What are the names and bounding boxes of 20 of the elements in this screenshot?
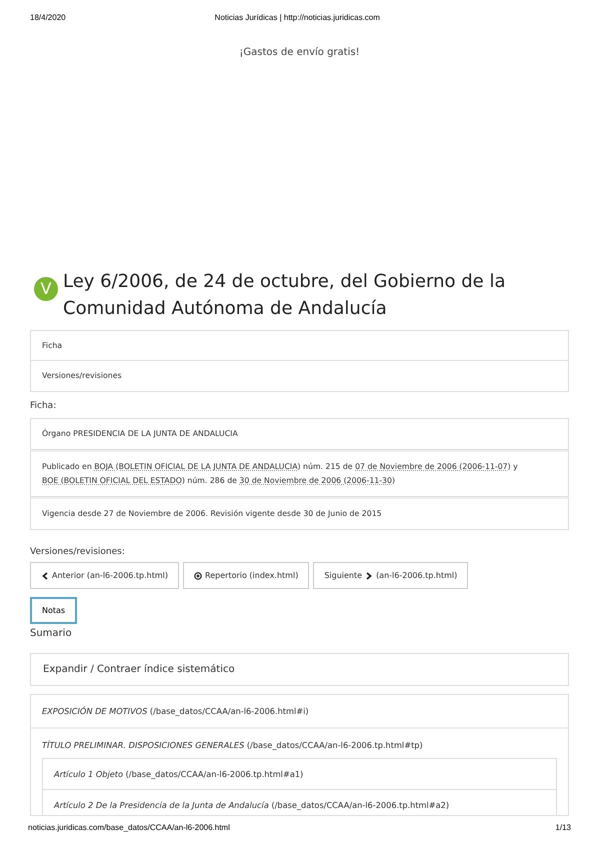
version-button[interactable]: Anterior (an-l6-2006.tp.html) xyxy=(30,562,180,589)
index-entry[interactable]: EXPOSICIÓN DE MOTIVOS (/base_datos/CCAA/an-l6-2006.html#i) xyxy=(42,705,557,718)
version-button[interactable]: Siguiente (an-l6-2006.tp.html) xyxy=(313,562,468,589)
section-label: Versiones/revisiones: xyxy=(30,546,126,558)
section-label: Sumario xyxy=(30,627,73,641)
chevron-left-icon xyxy=(41,572,49,580)
index-entry[interactable]: TÍTULO PRELIMINAR. DISPOSICIONES GENERALES (/base_datos/CCAA/an-l6-2006.tp.html#tp) xyxy=(42,739,557,752)
version-button[interactable]: Repertorio (index.html) xyxy=(183,562,310,589)
circle-dot-icon xyxy=(194,572,202,580)
promo-text: ¡Gastos de envío gratis! xyxy=(238,46,361,60)
expand-toggle[interactable]: Expandir / Contraer índice sistemático xyxy=(30,653,569,686)
version-badge: V xyxy=(34,277,58,301)
print-footer-url: noticias.juridicas.com/base_datos/CCAA/an-l6-2006.html xyxy=(28,822,230,834)
notes-button[interactable]: Notas xyxy=(30,597,78,624)
print-header-title: Noticias Jurídicas | http://noticias.juridicas.com xyxy=(214,12,381,24)
print-date: 18/4/2020 xyxy=(30,12,66,24)
chevron-right-icon xyxy=(365,572,374,580)
page-number: 1/13 xyxy=(555,822,571,834)
page-title: Ley 6/2006, de 24 de octubre, del Gobierno de la Comunidad Autónoma de Andalucía xyxy=(63,270,506,321)
section-label: Ficha: xyxy=(30,400,58,413)
